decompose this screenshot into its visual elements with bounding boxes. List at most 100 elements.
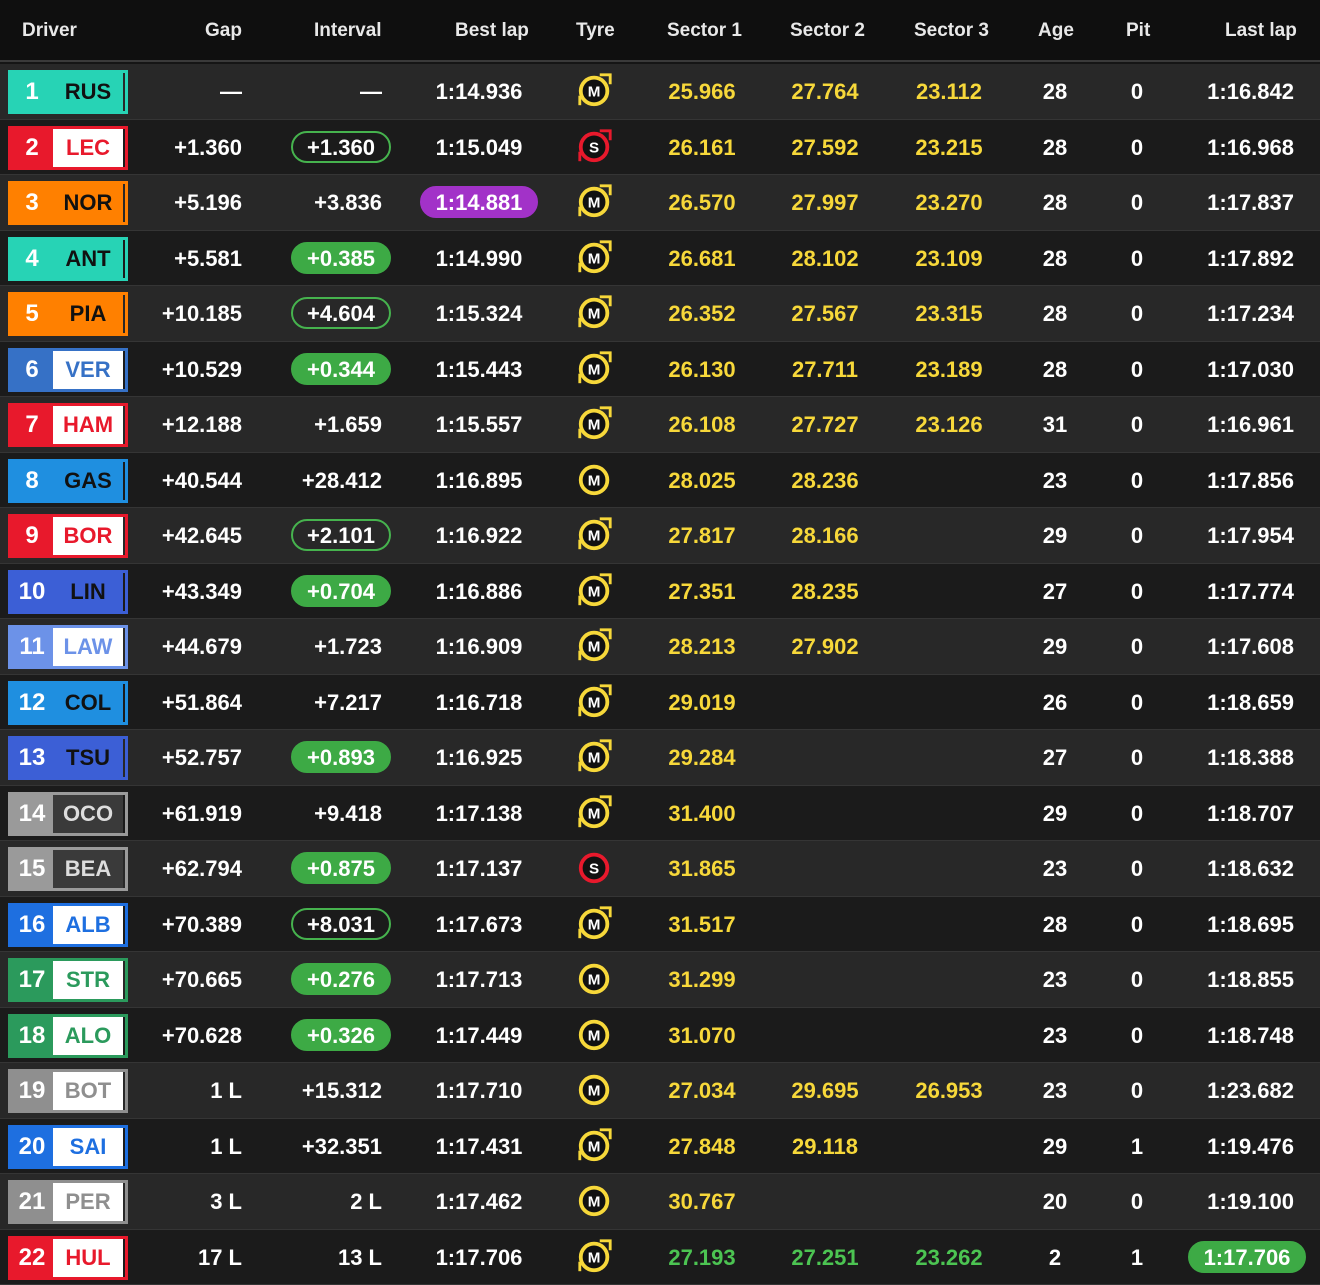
table-row[interactable]: 16ALB+70.389+8.0311:17.673M31.5172801:18… bbox=[0, 897, 1320, 953]
last-lap-value: 1:18.659 bbox=[1170, 675, 1294, 730]
header-interval[interactable]: Interval bbox=[314, 20, 382, 42]
sector-2-value: 27.727 bbox=[778, 397, 872, 452]
driver-badge[interactable]: 6VER bbox=[8, 348, 128, 392]
sector-3-value bbox=[902, 675, 996, 730]
interval-value: +15.312 bbox=[260, 1063, 382, 1118]
header-tyre[interactable]: Tyre bbox=[576, 20, 615, 42]
last-lap-value: 1:23.682 bbox=[1170, 1063, 1294, 1118]
driver-code: VER bbox=[53, 351, 123, 389]
driver-badge[interactable]: 13TSU bbox=[8, 736, 128, 780]
driver-badge[interactable]: 9BOR bbox=[8, 514, 128, 558]
pit-count-value: 0 bbox=[1110, 841, 1164, 896]
table-row[interactable]: 13TSU+52.757+0.8931:16.925M29.2842701:18… bbox=[0, 730, 1320, 786]
table-row[interactable]: 11LAW+44.679+1.7231:16.909M28.21327.9022… bbox=[0, 619, 1320, 675]
pit-count-value: 0 bbox=[1110, 397, 1164, 452]
medium-tyre-icon: M bbox=[576, 404, 614, 442]
sector-3-value bbox=[902, 564, 996, 619]
position-number: 12 bbox=[11, 684, 53, 722]
pit-count-value: 0 bbox=[1110, 286, 1164, 341]
medium-tyre-icon: M bbox=[576, 71, 614, 109]
driver-badge[interactable]: 20SAI bbox=[8, 1125, 128, 1169]
table-row[interactable]: 7HAM+12.188+1.6591:15.557M26.10827.72723… bbox=[0, 397, 1320, 453]
table-row[interactable]: 18ALO+70.628+0.3261:17.449M31.0702301:18… bbox=[0, 1008, 1320, 1064]
driver-badge[interactable]: 8GAS bbox=[8, 459, 128, 503]
best-lap-value: 1:16.718 bbox=[417, 675, 541, 730]
header-sector3[interactable]: Sector 3 bbox=[914, 20, 989, 42]
table-row[interactable]: 15BEA+62.794+0.8751:17.137S31.8652301:18… bbox=[0, 841, 1320, 897]
interval-pill: +1.360 bbox=[291, 131, 391, 163]
medium-tyre-icon: M bbox=[576, 959, 614, 997]
sector-2-value bbox=[778, 1008, 872, 1063]
header-sector1[interactable]: Sector 1 bbox=[667, 20, 742, 42]
interval-pill: +0.875 bbox=[291, 852, 391, 884]
driver-badge[interactable]: 5PIA bbox=[8, 292, 128, 336]
svg-text:M: M bbox=[588, 472, 601, 489]
table-row[interactable]: 10LIN+43.349+0.7041:16.886M27.35128.2352… bbox=[0, 564, 1320, 620]
driver-badge[interactable]: 18ALO bbox=[8, 1014, 128, 1058]
header-last-lap[interactable]: Last lap bbox=[1225, 20, 1297, 42]
last-lap-value: 1:17.030 bbox=[1170, 342, 1294, 397]
driver-badge[interactable]: 17STR bbox=[8, 958, 128, 1002]
best-lap-value: 1:15.049 bbox=[417, 120, 541, 175]
table-row[interactable]: 19BOT1 L+15.3121:17.710M27.03429.69526.9… bbox=[0, 1063, 1320, 1119]
driver-badge[interactable]: 22HUL bbox=[8, 1236, 128, 1280]
best-lap-value: 1:17.706 bbox=[417, 1230, 541, 1285]
table-row[interactable]: 2LEC+1.360+1.3601:15.049S26.16127.59223.… bbox=[0, 120, 1320, 176]
sector-3-value bbox=[902, 1008, 996, 1063]
driver-badge[interactable]: 12COL bbox=[8, 681, 128, 725]
header-sector2[interactable]: Sector 2 bbox=[790, 20, 865, 42]
interval-value: +7.217 bbox=[260, 675, 382, 730]
table-row[interactable]: 8GAS+40.544+28.4121:16.895M28.02528.2362… bbox=[0, 453, 1320, 509]
sector-3-value: 23.262 bbox=[902, 1230, 996, 1285]
table-row[interactable]: 14OCO+61.919+9.4181:17.138M31.4002901:18… bbox=[0, 786, 1320, 842]
driver-badge[interactable]: 2LEC bbox=[8, 126, 128, 170]
sector-2-value: 27.251 bbox=[778, 1230, 872, 1285]
table-row[interactable]: 6VER+10.529+0.3441:15.443M26.13027.71123… bbox=[0, 342, 1320, 398]
sector-3-value: 23.109 bbox=[902, 231, 996, 286]
driver-badge[interactable]: 11LAW bbox=[8, 625, 128, 669]
table-row[interactable]: 22HUL17 L13 L1:17.706M27.19327.25123.262… bbox=[0, 1230, 1320, 1285]
sector-1-value: 31.070 bbox=[655, 1008, 749, 1063]
table-row[interactable]: 21PER3 L2 L1:17.462M30.7672001:19.100 bbox=[0, 1174, 1320, 1230]
table-row[interactable]: 3NOR+5.196+3.8361:14.881M26.57027.99723.… bbox=[0, 175, 1320, 231]
driver-badge[interactable]: 14OCO bbox=[8, 792, 128, 836]
table-row[interactable]: 1RUS——1:14.936M25.96627.76423.1122801:16… bbox=[0, 64, 1320, 120]
sector-1-value: 31.299 bbox=[655, 952, 749, 1007]
medium-tyre-icon: M bbox=[576, 571, 614, 609]
header-age[interactable]: Age bbox=[1038, 20, 1074, 42]
interval-pill: +8.031 bbox=[291, 908, 391, 940]
driver-badge[interactable]: 15BEA bbox=[8, 847, 128, 891]
header-gap[interactable]: Gap bbox=[205, 20, 242, 42]
driver-badge[interactable]: 19BOT bbox=[8, 1069, 128, 1113]
driver-badge[interactable]: 1RUS bbox=[8, 70, 128, 114]
sector-3-value bbox=[902, 841, 996, 896]
sector-2-value: 27.567 bbox=[778, 286, 872, 341]
header-driver[interactable]: Driver bbox=[22, 20, 77, 42]
interval-value: +0.276 bbox=[285, 952, 397, 1007]
sector-1-value: 31.517 bbox=[655, 897, 749, 952]
header-best-lap[interactable]: Best lap bbox=[455, 20, 529, 42]
driver-badge[interactable]: 4ANT bbox=[8, 237, 128, 281]
driver-code: RUS bbox=[53, 73, 123, 111]
driver-badge[interactable]: 7HAM bbox=[8, 403, 128, 447]
table-row[interactable]: 12COL+51.864+7.2171:16.718M29.0192601:18… bbox=[0, 675, 1320, 731]
svg-text:M: M bbox=[588, 306, 601, 323]
driver-badge[interactable]: 10LIN bbox=[8, 570, 128, 614]
driver-code: LEC bbox=[53, 129, 123, 167]
best-lap-value: 1:15.443 bbox=[417, 342, 541, 397]
table-row[interactable]: 20SAI1 L+32.3511:17.431M27.84829.1182911… bbox=[0, 1119, 1320, 1175]
driver-badge[interactable]: 16ALB bbox=[8, 903, 128, 947]
sector-3-value bbox=[902, 1174, 996, 1229]
soft-tyre-icon: S bbox=[576, 127, 614, 165]
header-pit[interactable]: Pit bbox=[1126, 20, 1150, 42]
last-lap-value: 1:17.892 bbox=[1170, 231, 1294, 286]
table-row[interactable]: 4ANT+5.581+0.3851:14.990M26.68128.10223.… bbox=[0, 231, 1320, 287]
table-row[interactable]: 17STR+70.665+0.2761:17.713M31.2992301:18… bbox=[0, 952, 1320, 1008]
sector-1-value: 25.966 bbox=[655, 64, 749, 119]
driver-code: BOR bbox=[53, 517, 123, 555]
gap-value: +70.389 bbox=[140, 897, 242, 952]
table-row[interactable]: 9BOR+42.645+2.1011:16.922M27.81728.16629… bbox=[0, 508, 1320, 564]
driver-badge[interactable]: 3NOR bbox=[8, 181, 128, 225]
table-row[interactable]: 5PIA+10.185+4.6041:15.324M26.35227.56723… bbox=[0, 286, 1320, 342]
driver-badge[interactable]: 21PER bbox=[8, 1180, 128, 1224]
